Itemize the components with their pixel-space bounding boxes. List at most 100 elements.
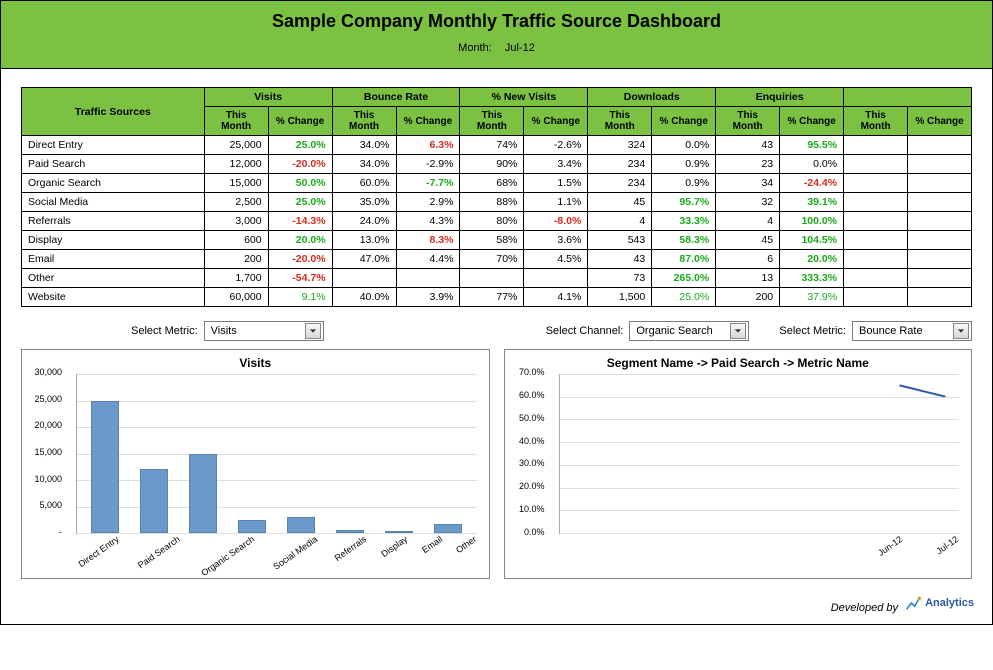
cell-src: Social Media	[22, 193, 205, 212]
cell: 32	[716, 193, 780, 212]
cell: 58.3%	[652, 231, 716, 250]
y-tick-label: 60.0%	[507, 390, 545, 400]
cell: 24.0%	[332, 212, 396, 231]
cell	[908, 212, 972, 231]
cell: 13	[716, 269, 780, 288]
th-this-month: This Month	[844, 107, 908, 136]
select-metric-left[interactable]: Visits	[204, 321, 324, 341]
bar	[140, 469, 168, 533]
th-change: % Change	[780, 107, 844, 136]
th-visits: Visits	[204, 88, 332, 107]
cell: 50.0%	[268, 174, 332, 193]
table-row: Paid Search12,000-20.0%34.0%-2.9%90%3.4%…	[22, 155, 972, 174]
cell: 4	[716, 212, 780, 231]
cell: 8.3%	[396, 231, 460, 250]
cell	[396, 269, 460, 288]
cell: 33.3%	[652, 212, 716, 231]
x-tick-label: Referrals	[332, 534, 389, 594]
cell: 234	[588, 155, 652, 174]
table-row: Display60020.0%13.0%8.3%58%3.6%54358.3%4…	[22, 231, 972, 250]
line-chart: Segment Name -> Paid Search -> Metric Na…	[504, 349, 973, 579]
cell: 4.4%	[396, 250, 460, 269]
cell-src: Organic Search	[22, 174, 205, 193]
cell-src: Referrals	[22, 212, 205, 231]
cell-src: Website	[22, 288, 205, 307]
cell	[844, 136, 908, 155]
cell: 1,500	[588, 288, 652, 307]
page-title: Sample Company Monthly Traffic Source Da…	[1, 11, 992, 32]
cell: 1,700	[204, 269, 268, 288]
y-tick-label: 30,000	[24, 367, 62, 377]
th-change: % Change	[524, 107, 588, 136]
cell: 9.1%	[268, 288, 332, 307]
th-enquiries: Enquiries	[716, 88, 844, 107]
th-this-month: This Month	[588, 107, 652, 136]
cell-src: Email	[22, 250, 205, 269]
cell: 1.5%	[524, 174, 588, 193]
select-channel-label: Select Channel:	[546, 325, 624, 337]
dashboard-page: Sample Company Monthly Traffic Source Da…	[0, 0, 993, 625]
select-metric-right[interactable]: Bounce Rate	[852, 321, 972, 341]
select-channel[interactable]: Organic Search	[629, 321, 749, 341]
bar	[189, 454, 217, 534]
cell: 2.9%	[396, 193, 460, 212]
cell: 34.0%	[332, 136, 396, 155]
cell: 15,000	[204, 174, 268, 193]
cell: 25.0%	[652, 288, 716, 307]
month-row: Month: Jul-12	[1, 42, 992, 54]
th-this-month: This Month	[460, 107, 524, 136]
table-row: Website60,0009.1%40.0%3.9%77%4.1%1,50025…	[22, 288, 972, 307]
cell: 35.0%	[332, 193, 396, 212]
cell: 25.0%	[268, 193, 332, 212]
cell: 265.0%	[652, 269, 716, 288]
cell: -14.3%	[268, 212, 332, 231]
table-row: Direct Entry25,00025.0%34.0%6.3%74%-2.6%…	[22, 136, 972, 155]
cell: 200	[204, 250, 268, 269]
cell: 34.0%	[332, 155, 396, 174]
y-tick-label: 30.0%	[507, 458, 545, 468]
month-value: Jul-12	[505, 42, 535, 54]
cell: 2,500	[204, 193, 268, 212]
table-row: Email200-20.0%47.0%4.4%70%4.5%4387.0%620…	[22, 250, 972, 269]
cell: 324	[588, 136, 652, 155]
x-tick-label: Jul-12	[935, 534, 983, 587]
analytics-icon	[905, 595, 921, 611]
cell	[844, 174, 908, 193]
cell: 0.0%	[780, 155, 844, 174]
cell: 234	[588, 174, 652, 193]
x-tick-label: Email	[420, 534, 466, 586]
cell: 4.1%	[524, 288, 588, 307]
x-tick-label: Display	[379, 534, 431, 590]
cell: -2.6%	[524, 136, 588, 155]
traffic-table: Traffic Sources Visits Bounce Rate % New…	[21, 87, 972, 307]
cell: -7.7%	[396, 174, 460, 193]
cell: 80%	[460, 212, 524, 231]
y-tick-label: 0.0%	[507, 527, 545, 537]
chevron-down-icon	[730, 323, 746, 339]
chevron-down-icon	[305, 323, 321, 339]
select-metric-left-label: Select Metric:	[131, 325, 198, 337]
cell: 68%	[460, 174, 524, 193]
cell: 70%	[460, 250, 524, 269]
y-tick-label: -	[24, 527, 62, 537]
cell: 34	[716, 174, 780, 193]
cell: 43	[588, 250, 652, 269]
cell: 4	[588, 212, 652, 231]
cell: 23	[716, 155, 780, 174]
cell	[908, 269, 972, 288]
cell: 0.9%	[652, 174, 716, 193]
cell-src: Display	[22, 231, 205, 250]
cell: 200	[716, 288, 780, 307]
th-new-visits: % New Visits	[460, 88, 588, 107]
month-label: Month:	[458, 42, 492, 54]
y-tick-label: 20,000	[24, 420, 62, 430]
cell: 87.0%	[652, 250, 716, 269]
cell: 39.1%	[780, 193, 844, 212]
cell: 4.5%	[524, 250, 588, 269]
y-tick-label: 15,000	[24, 447, 62, 457]
cell: 88%	[460, 193, 524, 212]
controls-row: Select Metric: Visits Select Channel: Or…	[21, 321, 972, 341]
table-row: Other1,700-54.7%73265.0%13333.3%	[22, 269, 972, 288]
cell: 77%	[460, 288, 524, 307]
cell: 3.9%	[396, 288, 460, 307]
